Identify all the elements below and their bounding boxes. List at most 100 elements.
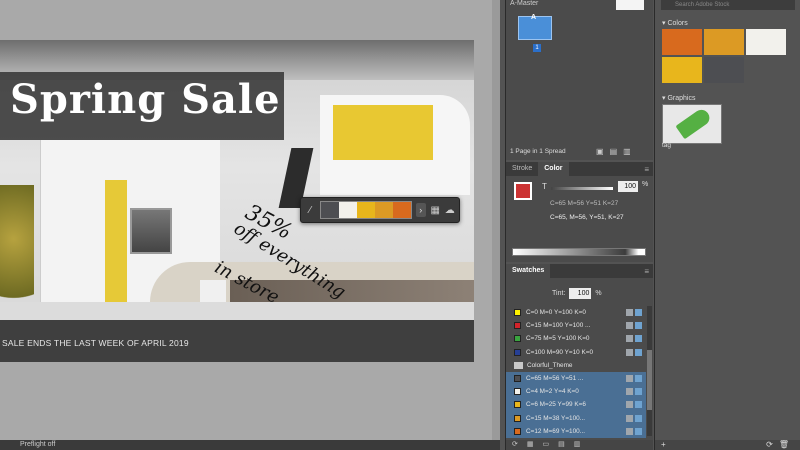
theme-swatch-group[interactable] (319, 201, 412, 219)
process-color-icon (626, 309, 633, 317)
swatch-name: C=15 M=38 Y=100... (526, 414, 586, 422)
cmyk-mode-icon (635, 401, 642, 409)
cc-library-icon[interactable]: ☁ (445, 205, 456, 216)
panel-menu-icon[interactable]: ≡ (644, 165, 653, 174)
swatch-chip (514, 322, 521, 330)
cmyk-mode-icon (635, 335, 642, 343)
swatch-chip (514, 348, 521, 356)
process-color-icon (626, 427, 633, 435)
theme-swatch-5[interactable] (392, 202, 411, 218)
tab-color[interactable]: Color (538, 162, 569, 176)
add-library-item-button[interactable]: + (661, 440, 666, 449)
theme-swatch-3[interactable] (356, 202, 375, 218)
eyedropper-icon[interactable]: ⁄ (305, 205, 316, 216)
new-group-icon[interactable]: ▭ (543, 441, 559, 448)
tint-value-field[interactable]: 100 (618, 181, 638, 192)
swatches-panel: Tint: 100 % C=0 M=0 Y=100 K=0 C=15 M=100 … (506, 278, 653, 440)
cmyk-mode-icon (635, 388, 642, 396)
swatches-toolbar: Tint: 100 % (512, 284, 647, 302)
swatch-tint-field[interactable]: 100 (569, 287, 592, 299)
swatch-row[interactable]: C=65 M=56 Y=51 ... (506, 371, 646, 386)
page-size-icon[interactable]: ▣ (596, 147, 610, 156)
swatch-list[interactable]: C=0 M=0 Y=100 K=0 C=15 M=100 Y=100 ... C=7… (506, 306, 646, 438)
delete-page-icon[interactable]: ▥ (623, 147, 637, 156)
color-theme-popup[interactable]: ⁄ › ▦ ☁ (300, 197, 460, 223)
swatch-row[interactable]: C=6 M=25 Y=99 K=6 (506, 398, 646, 412)
cmyk-mode-icon (635, 427, 642, 435)
process-color-icon (626, 348, 633, 356)
tag-icon (675, 106, 713, 140)
cmyk-mode-icon (635, 348, 642, 356)
document-canvas[interactable]: Spring Sale 35% off everything in store … (0, 0, 500, 440)
new-page-icon[interactable]: ▤ (610, 147, 624, 156)
process-color-icon (626, 335, 633, 343)
process-color-icon (626, 414, 633, 422)
swatch-name: C=12 M=69 Y=100... (526, 427, 586, 435)
swatch-chip (514, 335, 521, 343)
cmyk-mode-icon (635, 322, 642, 330)
tab-stroke[interactable]: Stroke (506, 162, 538, 176)
swatches-menu-icon[interactable]: ≡ (644, 267, 653, 276)
swatch-name: C=65 M=56 Y=51 ... (526, 375, 584, 383)
preflight-status[interactable]: Preflight off (20, 441, 55, 448)
theme-swatch-4[interactable] (374, 202, 393, 218)
stock-search-input[interactable]: Search Adobe Stock (661, 0, 795, 10)
canvas-vertical-scrollbar[interactable] (492, 0, 500, 440)
swatch-row[interactable]: C=4 M=2 Y=4 K=0 (506, 385, 646, 399)
delete-swatch-icon[interactable]: ▥ (574, 441, 590, 448)
swatch-name: C=0 M=0 Y=100 K=0 (526, 309, 586, 317)
process-color-icon (626, 401, 633, 409)
sale-title[interactable]: Spring Sale (10, 76, 281, 123)
photo-floor (0, 302, 474, 320)
fill-stroke-proxy[interactable] (514, 182, 532, 200)
swatch-group-row[interactable]: Colorful_Theme (506, 359, 646, 372)
library-color-3[interactable] (746, 29, 786, 55)
pages-info: 1 Page in 1 Spread (510, 148, 566, 155)
sale-footer-text[interactable]: SALE ENDS THE LAST WEEK OF APRIL 2019 (2, 338, 189, 348)
graphic-name: tag (662, 142, 672, 149)
colors-section-label[interactable]: ▾ Colors (662, 19, 688, 27)
library-graphic-tag[interactable] (662, 104, 722, 144)
sync-icon[interactable]: ⟳ (766, 440, 779, 449)
colors-label-text: Colors (667, 20, 688, 27)
tint-slider[interactable] (551, 187, 613, 190)
swatch-scroll-thumb[interactable] (647, 350, 652, 410)
library-color-1[interactable] (662, 29, 702, 55)
swatch-name: C=75 M=5 Y=100 K=0 (526, 335, 590, 343)
swatches-panel-tabbar: Swatches ≡ (506, 264, 653, 278)
library-color-2[interactable] (704, 29, 744, 55)
grid-view-icon[interactable]: ▦ (527, 441, 543, 448)
cmyk-mode-icon (635, 375, 642, 383)
pages-panel: A-Master A 1 1 Page in 1 Spread ▣▤▥ (506, 0, 653, 160)
color-ramp[interactable] (512, 248, 646, 256)
tint-percent: % (642, 181, 649, 188)
graphics-section-label[interactable]: ▾ Graphics (662, 94, 695, 102)
swatch-row[interactable]: C=15 M=38 Y=100... (506, 411, 646, 425)
master-thumbnail[interactable] (616, 0, 644, 10)
photo-yellow-shelf (105, 180, 127, 310)
swatch-row[interactable]: C=100 M=90 Y=10 K=0 (506, 346, 646, 359)
swatch-name: C=6 M=25 Y=99 K=6 (526, 401, 586, 409)
new-swatch-icon[interactable]: ▤ (558, 441, 574, 448)
master-label[interactable]: A-Master (510, 0, 538, 7)
next-theme-button[interactable]: › (415, 203, 426, 217)
add-to-swatches-icon[interactable]: ▦ (430, 205, 441, 216)
photo-wall-yellow-shelf (333, 105, 433, 160)
tab-swatches[interactable]: Swatches (506, 264, 551, 278)
swatch-row[interactable]: C=0 M=0 Y=100 K=0 (506, 306, 646, 319)
theme-swatch-2[interactable] (338, 202, 357, 218)
cc-sync-icon[interactable]: ⟳ (512, 441, 527, 448)
swatch-row[interactable]: C=75 M=5 Y=100 K=0 (506, 332, 646, 345)
swatch-row[interactable]: C=15 M=100 Y=100 ... (506, 319, 646, 332)
library-color-5[interactable] (704, 57, 744, 83)
library-color-4[interactable] (662, 57, 702, 83)
color-panel-tabbar: Stroke Color ≡ (506, 162, 653, 176)
swatch-chip (514, 427, 521, 435)
swatch-row[interactable]: C=12 M=69 Y=100... (506, 424, 646, 438)
page-number: 1 (533, 44, 541, 52)
trash-icon[interactable]: 🗑 (779, 440, 795, 449)
folder-icon (514, 361, 523, 369)
pages-panel-icons: ▣▤▥ (596, 147, 637, 156)
process-color-icon (626, 322, 633, 330)
theme-swatch-1[interactable] (320, 202, 339, 218)
